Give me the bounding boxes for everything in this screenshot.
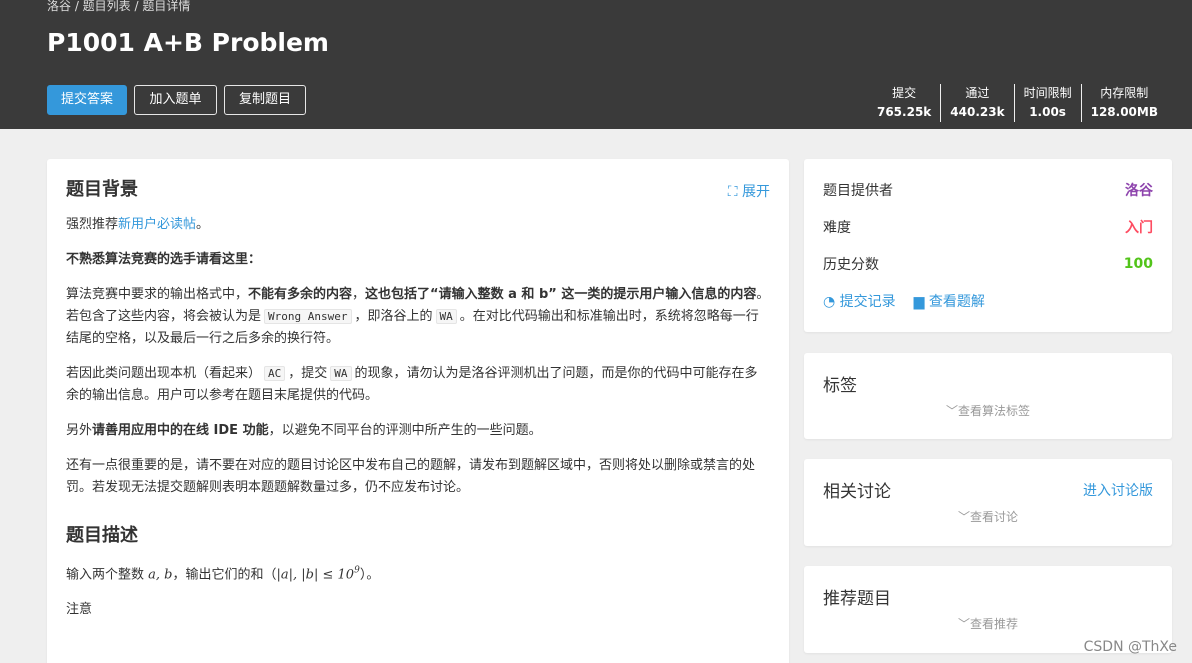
inline-code: AC — [264, 366, 286, 381]
problem-header: 洛谷 / 题目列表 / 题目详情 P1001 A+B Problem 提交答案 … — [0, 0, 1192, 129]
text: ， — [352, 287, 366, 302]
stat-accepted: 通过 440.23k — [940, 84, 1013, 122]
chevron-down-icon: ﹀ — [957, 510, 970, 524]
text: ，提交 — [288, 366, 328, 381]
chevron-down-icon: ﹀ — [945, 404, 958, 418]
copy-problem-button[interactable]: 复制题目 — [224, 85, 306, 115]
tags-card: 标签 ﹀查看算法标签 — [804, 353, 1172, 439]
description-title: 题目描述 — [66, 525, 138, 546]
stat-value: 1.00s — [1029, 105, 1066, 119]
text: 强烈推荐 — [66, 217, 119, 232]
discussion-card: 相关讨论 进入讨论版 ﹀查看讨论 — [804, 459, 1172, 546]
submit-answer-button[interactable]: 提交答案 — [47, 85, 127, 115]
show-tags-toggle[interactable]: ﹀查看算法标签 — [823, 402, 1153, 419]
discussion-title: 相关讨论 — [823, 482, 891, 502]
stat-time-limit: 时间限制 1.00s — [1013, 84, 1081, 122]
background-paragraph-5: 另外请善用应用中的在线 IDE 功能，以避免不同平台的评测中所产生的一些问题。 — [66, 420, 770, 442]
enter-discussion-link[interactable]: 进入讨论版 — [1083, 480, 1153, 500]
expand-icon: ⛶ — [727, 184, 738, 200]
stat-label: 内存限制 — [1100, 86, 1149, 100]
show-recommend-toggle[interactable]: ﹀查看推荐 — [823, 615, 1153, 632]
score-label: 历史分数 — [823, 256, 879, 273]
text: ，输出它们的和（ — [172, 567, 277, 583]
background-paragraph-3: 算法竞赛中要求的输出格式中，不能有多余的内容，这也包括了“请输入整数 a 和 b… — [66, 284, 770, 350]
new-user-guide-link[interactable]: 新用户必读帖 — [118, 217, 196, 232]
inline-code: WA — [435, 309, 457, 324]
show-discussion-label: 查看讨论 — [970, 510, 1019, 524]
background-title: 题目背景 — [66, 179, 138, 200]
chevron-down-icon: ﹀ — [957, 617, 970, 631]
solutions-link[interactable]: ▆ 查看题解 — [914, 291, 985, 311]
text: 若因此类问题出现本机（看起来） — [66, 366, 262, 381]
text: 另外 — [66, 423, 93, 438]
expand-button[interactable]: ⛶ 展开 — [728, 181, 770, 201]
difficulty-value: 入门 — [1125, 219, 1153, 236]
stat-label: 时间限制 — [1023, 86, 1072, 100]
breadcrumb[interactable]: 洛谷 / 题目列表 / 题目详情 — [47, 0, 190, 14]
bold-text: 不能有多余的内容 — [248, 287, 353, 302]
show-recommend-label: 查看推荐 — [970, 617, 1019, 631]
bold-text: 不熟悉算法竞赛的选手请看这里： — [66, 252, 262, 267]
score-row: 历史分数 100 — [823, 245, 1153, 282]
background-paragraph-6: 还有一点很重要的是，请不要在对应的题目讨论区中发布自己的题解，请发布到题解区域中… — [66, 458, 756, 495]
text: ，以避免不同平台的评测中所产生的一些问题。 — [268, 423, 542, 438]
bold-text: 请善用应用中的在线 IDE 功能 — [92, 423, 269, 438]
problem-info-card: 题目提供者 洛谷 难度 入门 历史分数 100 ◔ 提交记录 ▆ 查看题解 — [804, 159, 1172, 332]
book-icon: ▆ — [913, 293, 925, 310]
provider-label: 题目提供者 — [823, 182, 893, 199]
problem-content-card: 题目背景 ⛶ 展开 强烈推荐新用户必读帖。 不熟悉算法竞赛的选手请看这里： 算法… — [47, 159, 789, 663]
difficulty-label: 难度 — [823, 219, 851, 236]
problem-stats: 提交 765.25k 通过 440.23k 时间限制 1.00s 内存限制 12… — [868, 84, 1167, 122]
inline-code: WA — [330, 366, 352, 381]
stat-value: 440.23k — [950, 105, 1005, 119]
description-paragraph: 输入两个整数 a, b，输出它们的和（|a|, |b| ≤ 109）。 — [66, 560, 770, 586]
background-paragraph-4: 若因此类问题出现本机（看起来） AC ，提交 WA 的现象，请勿认为是洛谷评测机出了问题… — [66, 363, 770, 407]
text: 。 — [196, 217, 210, 232]
submissions-link[interactable]: ◔ 提交记录 — [823, 291, 896, 311]
expand-label: 展开 — [742, 184, 770, 200]
submissions-link-label: 提交记录 — [839, 293, 896, 310]
show-discussion-toggle[interactable]: ﹀查看讨论 — [823, 508, 1153, 525]
stat-submissions: 提交 765.25k — [868, 84, 940, 122]
text: 输入两个整数 — [66, 567, 145, 583]
info-links-row: ◔ 提交记录 ▆ 查看题解 — [823, 282, 1153, 319]
note-label: 注意 — [66, 602, 93, 618]
text: 算法竞赛中要求的输出格式中， — [66, 287, 249, 302]
background-paragraph-2: 不熟悉算法竞赛的选手请看这里： — [66, 249, 770, 271]
bold-text: 这也包括了“请输入整数 a 和 b” 这一类的提示用户输入信息的内容 — [365, 287, 757, 302]
stat-value: 128.00MB — [1090, 105, 1158, 119]
stat-value: 765.25k — [876, 105, 932, 119]
add-to-list-button[interactable]: 加入题单 — [134, 85, 217, 115]
recommend-title: 推荐题目 — [823, 589, 891, 609]
solutions-link-label: 查看题解 — [928, 293, 985, 310]
inline-code: Wrong Answer — [264, 309, 352, 324]
page-title: P1001 A+B Problem — [47, 28, 329, 57]
stat-memory-limit: 内存限制 128.00MB — [1080, 84, 1167, 122]
background-paragraph-1: 强烈推荐新用户必读帖。 — [66, 214, 770, 236]
provider-value[interactable]: 洛谷 — [1125, 180, 1153, 200]
math-expression: a, b — [148, 567, 173, 583]
difficulty-row: 难度 入门 — [823, 208, 1153, 245]
text: ）。 — [359, 567, 380, 583]
stat-label: 通过 — [965, 86, 990, 100]
text: ，即洛谷上的 — [354, 309, 433, 324]
watermark: CSDN @ThXe — [1083, 639, 1177, 655]
pie-chart-icon: ◔ — [823, 293, 836, 310]
score-value: 100 — [1123, 255, 1153, 272]
tags-title: 标签 — [823, 376, 857, 396]
show-tags-label: 查看算法标签 — [958, 404, 1031, 418]
math-expression: |a|, |b| ≤ 10 — [276, 567, 355, 583]
stat-label: 提交 — [892, 86, 917, 100]
provider-row: 题目提供者 洛谷 — [823, 171, 1153, 208]
